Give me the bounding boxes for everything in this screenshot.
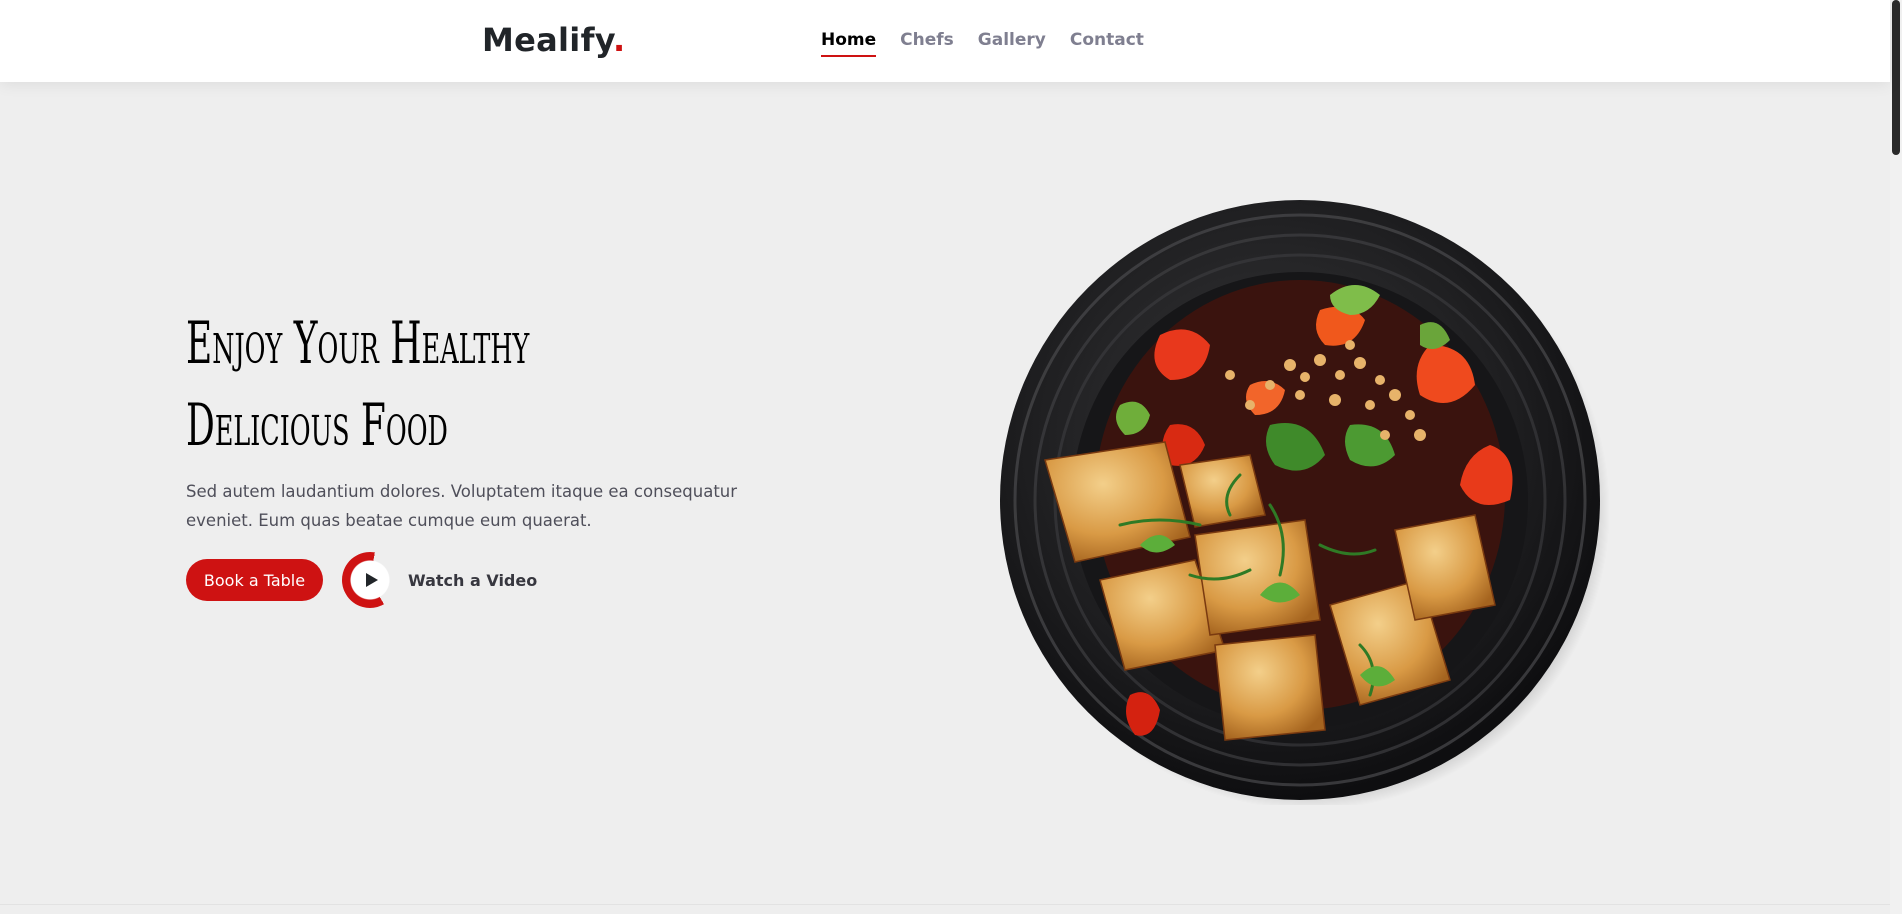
page-scrollbar[interactable] xyxy=(1890,0,1902,914)
hero-title-line-2: Delicious Food xyxy=(186,391,448,459)
play-button-ring[interactable] xyxy=(331,541,409,619)
hero-food-image xyxy=(1000,195,1610,805)
watch-video-button[interactable]: Watch a Video xyxy=(331,541,538,619)
hero-section: Enjoy Your Healthy Delicious Food Sed au… xyxy=(0,82,1890,904)
scrollbar-thumb[interactable] xyxy=(1892,0,1900,155)
logo-text: Mealify xyxy=(482,21,614,59)
nav-chefs[interactable]: Chefs xyxy=(900,26,954,54)
hero-title-line-1: Enjoy Your Healthy xyxy=(186,309,530,377)
play-icon xyxy=(365,573,378,587)
logo[interactable]: Mealify. xyxy=(482,16,626,64)
nav-contact[interactable]: Contact xyxy=(1070,26,1144,54)
site-header: Mealify. Home Chefs Gallery Contact xyxy=(0,0,1890,82)
food-plate-illustration xyxy=(1000,200,1610,805)
nav-gallery[interactable]: Gallery xyxy=(978,26,1046,54)
book-table-button[interactable]: Book a Table xyxy=(186,559,323,601)
logo-dot: . xyxy=(613,21,626,59)
hero-description: Sed autem laudantium dolores. Voluptatem… xyxy=(186,482,738,530)
play-button-inner xyxy=(353,563,387,597)
watch-video-label: Watch a Video xyxy=(408,570,538,590)
section-divider xyxy=(0,904,1890,905)
main-nav: Home Chefs Gallery Contact xyxy=(821,26,1144,57)
nav-home[interactable]: Home xyxy=(821,26,877,57)
hero-title: Enjoy Your Healthy Delicious Food xyxy=(186,302,570,466)
